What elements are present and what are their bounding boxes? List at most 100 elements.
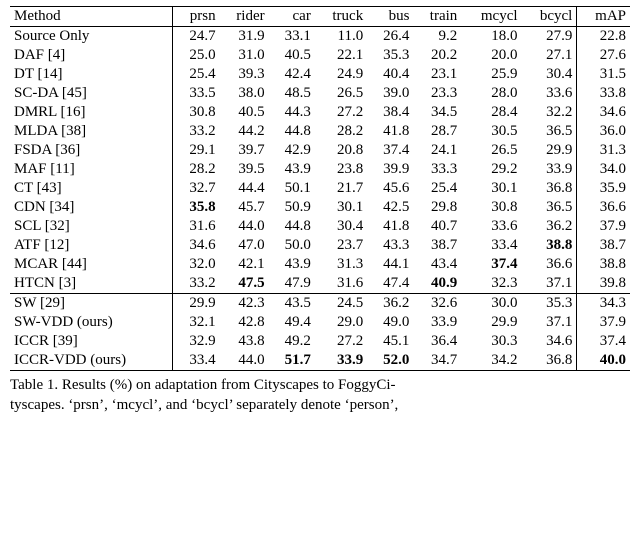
method-cell: CDN [34] (10, 198, 173, 217)
value-cell: 30.1 (315, 198, 367, 217)
value-cell: 49.2 (269, 332, 315, 351)
table-row: ATF [12]34.647.050.023.743.338.733.438.8… (10, 236, 630, 255)
table-row: FSDA [36]29.139.742.920.837.424.126.529.… (10, 141, 630, 160)
value-cell: 33.9 (522, 160, 577, 179)
value-cell: 34.5 (413, 103, 461, 122)
value-cell: 42.3 (220, 294, 269, 314)
col-car: car (269, 7, 315, 27)
value-cell: 43.9 (269, 160, 315, 179)
value-cell: 44.4 (220, 179, 269, 198)
value-cell: 28.0 (461, 84, 521, 103)
table-row: Source Only24.731.933.111.026.49.218.027… (10, 27, 630, 47)
value-cell: 44.0 (220, 217, 269, 236)
value-cell: 21.7 (315, 179, 367, 198)
value-cell: 35.9 (577, 179, 630, 198)
value-cell: 23.8 (315, 160, 367, 179)
value-cell: 36.5 (522, 198, 577, 217)
value-cell: 18.0 (461, 27, 521, 47)
table-row: HTCN [3]33.247.547.931.647.440.932.337.1… (10, 274, 630, 294)
value-cell: 30.0 (461, 294, 521, 314)
value-cell: 37.4 (367, 141, 413, 160)
value-cell: 42.8 (220, 313, 269, 332)
value-cell: 33.2 (173, 274, 220, 294)
value-cell: 31.0 (220, 46, 269, 65)
method-cell: Source Only (10, 27, 173, 47)
value-cell: 32.9 (173, 332, 220, 351)
value-cell: 40.0 (577, 351, 630, 371)
value-cell: 33.2 (173, 122, 220, 141)
value-cell: 37.9 (577, 217, 630, 236)
value-cell: 33.5 (173, 84, 220, 103)
value-cell: 34.3 (577, 294, 630, 314)
table-row: DAF [4]25.031.040.522.135.320.220.027.12… (10, 46, 630, 65)
table-row: CT [43]32.744.450.121.745.625.430.136.83… (10, 179, 630, 198)
method-cell: ATF [12] (10, 236, 173, 255)
value-cell: 29.9 (461, 313, 521, 332)
method-cell: HTCN [3] (10, 274, 173, 294)
method-cell: SCL [32] (10, 217, 173, 236)
value-cell: 40.7 (413, 217, 461, 236)
table-row: CDN [34]35.845.750.930.142.529.830.836.5… (10, 198, 630, 217)
value-cell: 25.9 (461, 65, 521, 84)
value-cell: 35.8 (173, 198, 220, 217)
value-cell: 32.1 (173, 313, 220, 332)
value-cell: 29.9 (173, 294, 220, 314)
header-row: Method prsn rider car truck bus train mc… (10, 7, 630, 27)
value-cell: 38.8 (522, 236, 577, 255)
value-cell: 44.3 (269, 103, 315, 122)
value-cell: 36.4 (413, 332, 461, 351)
value-cell: 20.0 (461, 46, 521, 65)
value-cell: 37.4 (577, 332, 630, 351)
table-row: MAF [11]28.239.543.923.839.933.329.233.9… (10, 160, 630, 179)
value-cell: 29.9 (522, 141, 577, 160)
value-cell: 44.2 (220, 122, 269, 141)
results-table: Method prsn rider car truck bus train mc… (10, 6, 630, 371)
value-cell: 27.2 (315, 103, 367, 122)
value-cell: 49.0 (367, 313, 413, 332)
value-cell: 28.4 (461, 103, 521, 122)
table-row: SW [29]29.942.343.524.536.232.630.035.33… (10, 294, 630, 314)
col-train: train (413, 7, 461, 27)
value-cell: 47.9 (269, 274, 315, 294)
value-cell: 31.6 (173, 217, 220, 236)
col-prsn: prsn (173, 7, 220, 27)
value-cell: 32.0 (173, 255, 220, 274)
value-cell: 40.9 (413, 274, 461, 294)
value-cell: 33.4 (173, 351, 220, 371)
method-cell: CT [43] (10, 179, 173, 198)
value-cell: 26.5 (461, 141, 521, 160)
method-cell: FSDA [36] (10, 141, 173, 160)
value-cell: 36.8 (522, 351, 577, 371)
value-cell: 33.8 (577, 84, 630, 103)
value-cell: 33.9 (315, 351, 367, 371)
value-cell: 28.2 (315, 122, 367, 141)
table-row: DMRL [16]30.840.544.327.238.434.528.432.… (10, 103, 630, 122)
value-cell: 44.1 (367, 255, 413, 274)
method-cell: ICCR-VDD (ours) (10, 351, 173, 371)
method-cell: ICCR [39] (10, 332, 173, 351)
value-cell: 29.8 (413, 198, 461, 217)
value-cell: 45.7 (220, 198, 269, 217)
col-truck: truck (315, 7, 367, 27)
col-map: mAP (577, 7, 630, 27)
value-cell: 34.7 (413, 351, 461, 371)
value-cell: 39.0 (367, 84, 413, 103)
value-cell: 52.0 (367, 351, 413, 371)
value-cell: 22.1 (315, 46, 367, 65)
value-cell: 31.6 (315, 274, 367, 294)
value-cell: 31.5 (577, 65, 630, 84)
value-cell: 36.6 (522, 255, 577, 274)
method-cell: DMRL [16] (10, 103, 173, 122)
value-cell: 43.4 (413, 255, 461, 274)
value-cell: 33.4 (461, 236, 521, 255)
value-cell: 34.6 (577, 103, 630, 122)
table-caption: Table 1. Results (%) on adaptation from … (10, 371, 630, 416)
caption-line-1: Table 1. Results (%) on adaptation from … (10, 377, 396, 393)
method-cell: SW-VDD (ours) (10, 313, 173, 332)
value-cell: 45.1 (367, 332, 413, 351)
col-method: Method (10, 7, 173, 27)
value-cell: 42.5 (367, 198, 413, 217)
value-cell: 34.2 (461, 351, 521, 371)
value-cell: 47.4 (367, 274, 413, 294)
method-cell: MLDA [38] (10, 122, 173, 141)
